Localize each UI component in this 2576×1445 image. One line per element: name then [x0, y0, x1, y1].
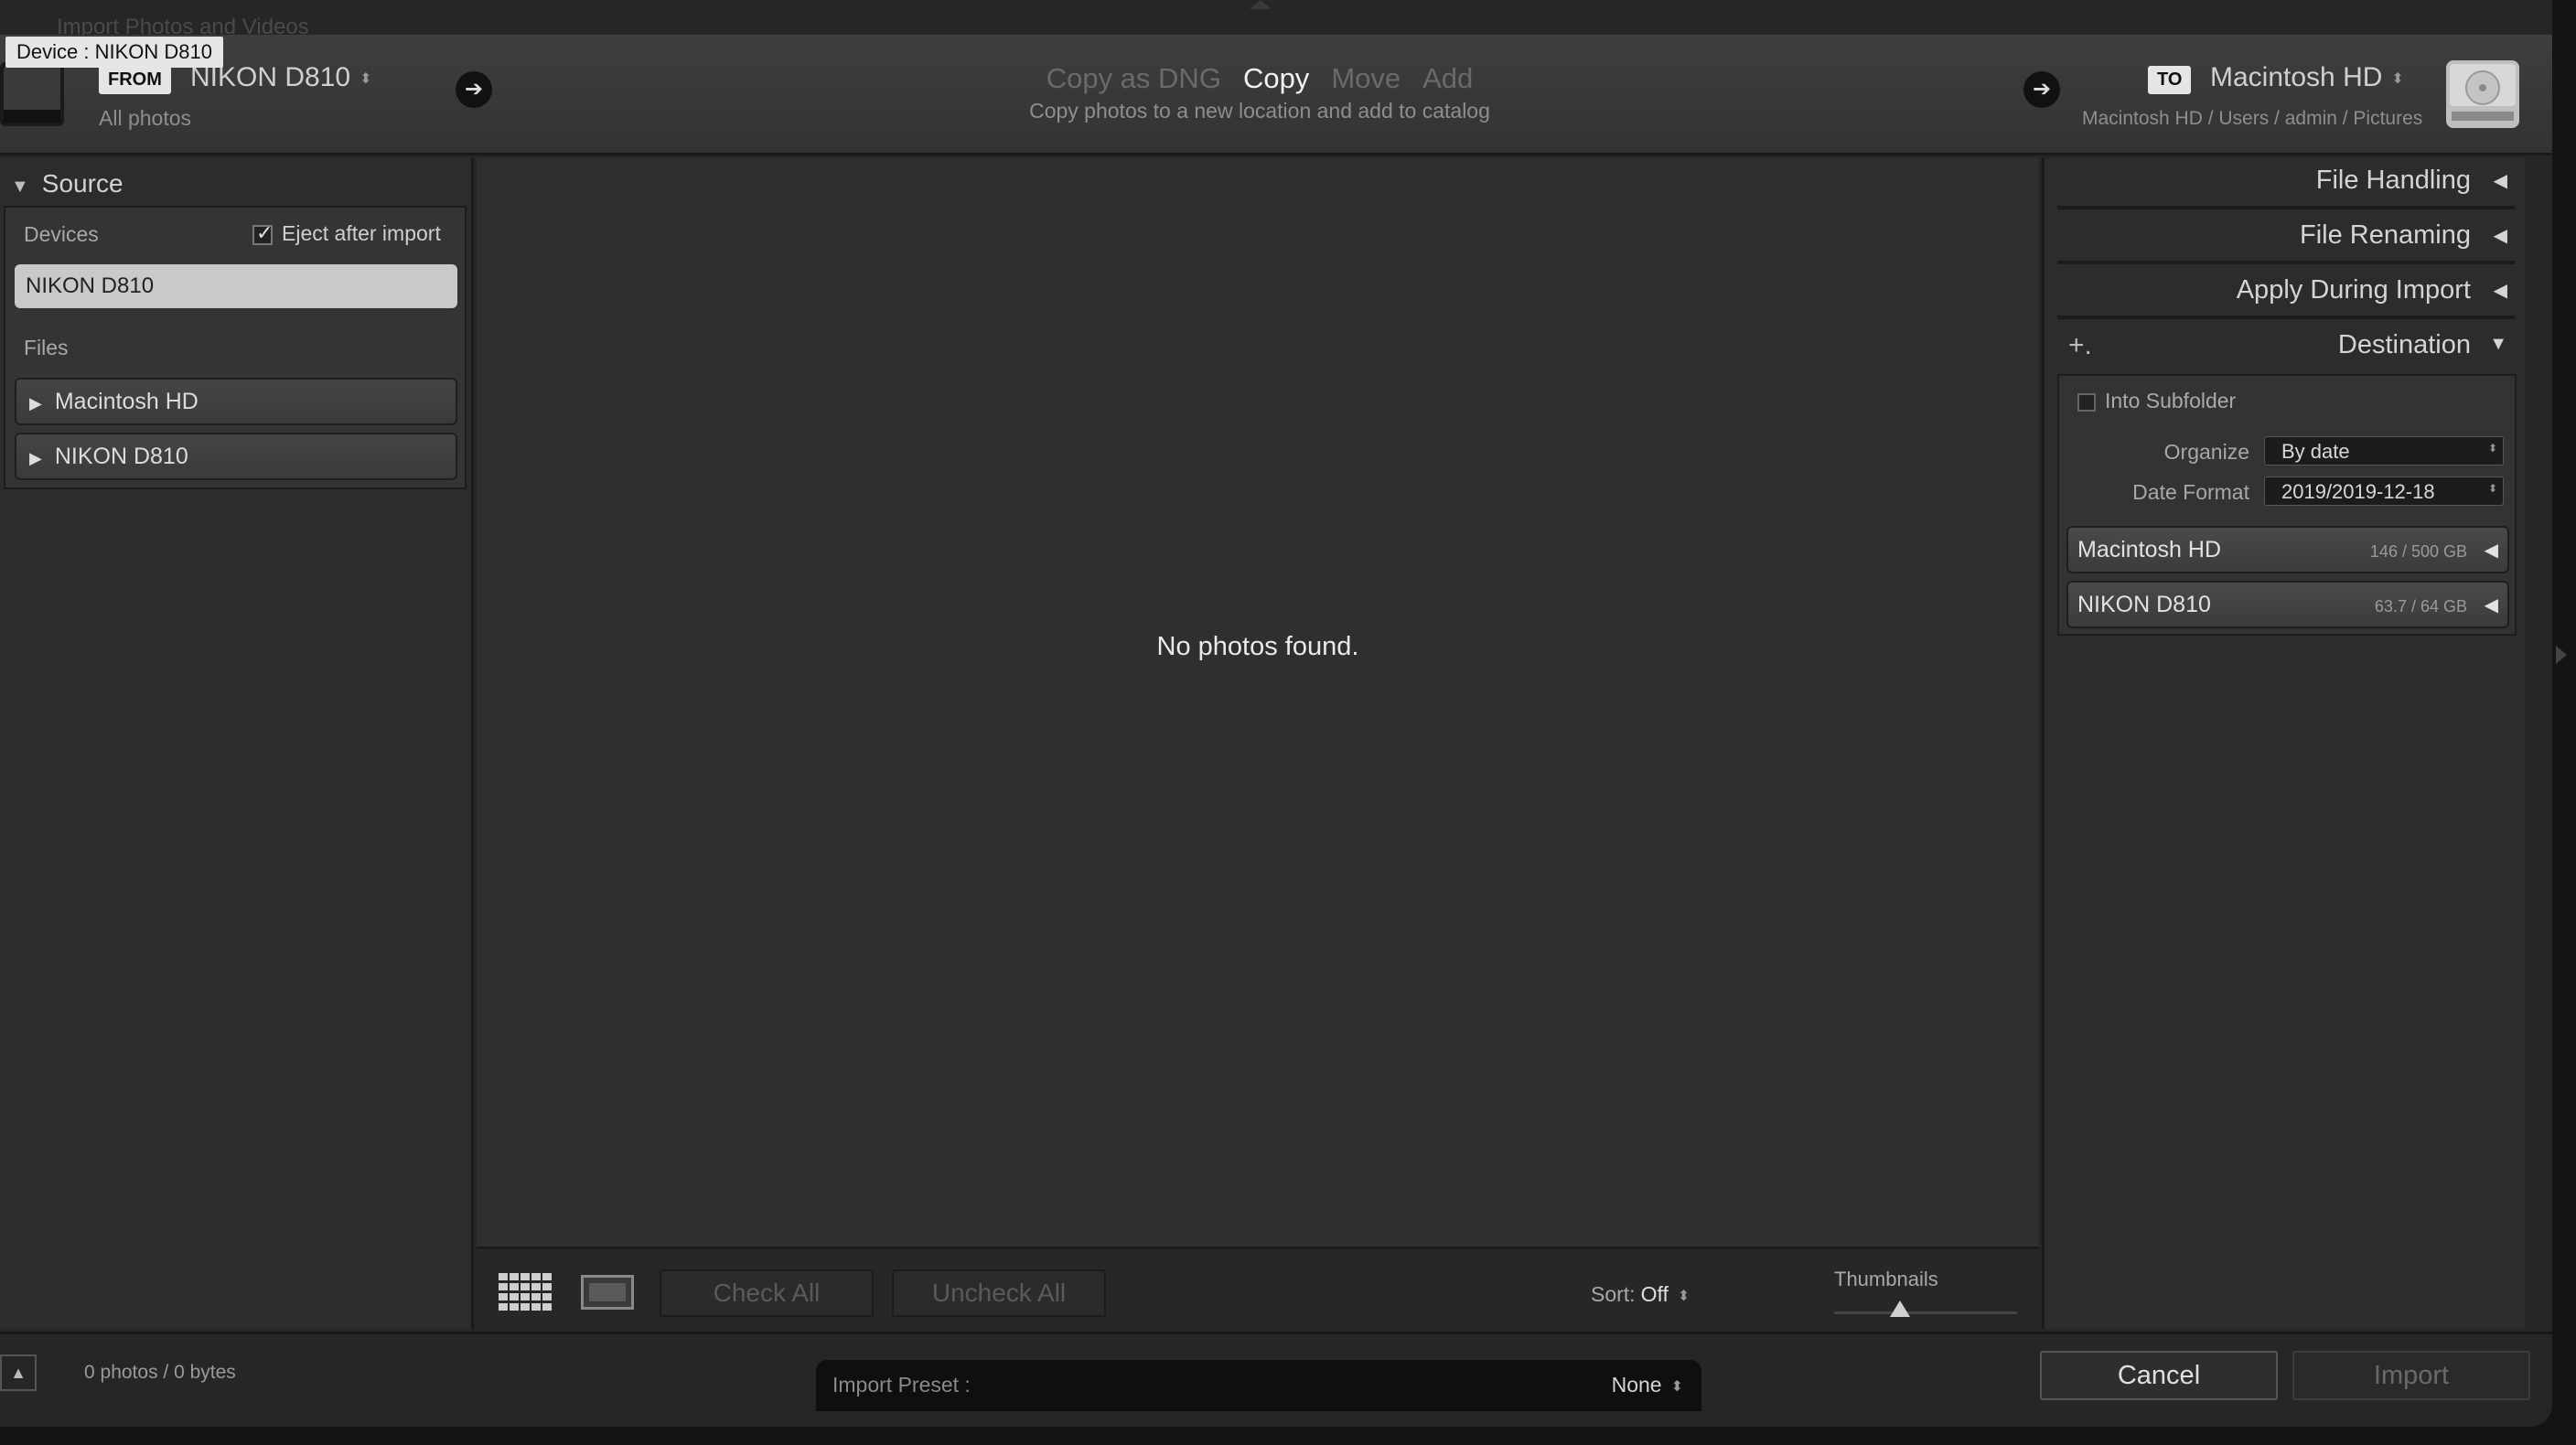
- hard-drive-icon: [2446, 60, 2519, 128]
- import-preset-value-wrap: None ⬍: [1612, 1373, 1683, 1397]
- arrow-right-icon: ➔: [456, 71, 492, 108]
- device-item-selected[interactable]: NIKON D810: [15, 264, 457, 308]
- to-badge: TO: [2148, 66, 2192, 94]
- checkbox-checked-icon: [252, 221, 273, 245]
- check-all-button[interactable]: Check All: [660, 1269, 874, 1317]
- triangle-up-icon[interactable]: ▲: [0, 1354, 37, 1391]
- add-preset-icon[interactable]: +.: [2068, 330, 2092, 361]
- section-title: Destination: [2337, 330, 2471, 359]
- into-subfolder-checkbox[interactable]: Into Subfolder: [2077, 389, 2236, 413]
- thumbnails-label: Thumbnails: [1834, 1268, 1938, 1290]
- updown-icon: ⬍: [1670, 1378, 1683, 1395]
- file-volume-label: NIKON D810: [54, 444, 188, 469]
- section-title: File Renaming: [2300, 220, 2471, 250]
- from-badge: FROM: [99, 66, 171, 94]
- source-panel-header[interactable]: ▼ Source: [11, 169, 123, 198]
- source-box: Devices Eject after import NIKON D810 Fi…: [4, 206, 467, 489]
- date-format-select[interactable]: 2019/2019-12-18 ⬍: [2264, 476, 2504, 506]
- section-title: Apply During Import: [2236, 275, 2471, 305]
- files-label: Files: [24, 336, 69, 359]
- volume-size: 146 / 500 GB: [2369, 542, 2467, 561]
- section-file-renaming[interactable]: File Renaming ◀: [2057, 213, 2515, 264]
- updown-icon: ⬍: [360, 71, 372, 88]
- triangle-left-icon: ◀: [2493, 281, 2507, 301]
- destination-name: Macintosh HD: [2210, 62, 2383, 92]
- import-button[interactable]: Import: [2292, 1351, 2530, 1400]
- import-header: FROM NIKON D810 ⬍ All photos ➔ Copy as DN…: [0, 35, 2552, 155]
- file-volume-macintosh-hd[interactable]: ▶ Macintosh HD: [15, 378, 457, 425]
- triangle-left-icon: ◀: [2484, 541, 2498, 561]
- triangle-down-icon: ▼: [2489, 334, 2507, 354]
- triangle-left-icon: ◀: [2484, 595, 2498, 615]
- sort-value: Off: [1640, 1282, 1669, 1306]
- organize-value: By date: [2281, 440, 2350, 463]
- photo-grid[interactable]: No photos found.: [477, 158, 2039, 1247]
- empty-message: No photos found.: [1156, 632, 1359, 661]
- expand-panel-icon[interactable]: [2556, 646, 2567, 664]
- source-title: Source: [41, 169, 123, 198]
- section-apply-during-import[interactable]: Apply During Import ◀: [2057, 268, 2515, 319]
- import-preset-label: Import Preset :: [832, 1373, 971, 1397]
- sort-selector[interactable]: Sort: Off ⬍: [1591, 1282, 1690, 1307]
- arrow-right-icon: ➔: [2023, 71, 2060, 108]
- sort-label: Sort:: [1591, 1282, 1636, 1306]
- volume-size: 63.7 / 64 GB: [2374, 597, 2467, 615]
- settings-panel: File Handling ◀ File Renaming ◀ Apply Duri…: [2042, 158, 2525, 1329]
- cancel-button[interactable]: Cancel: [2040, 1351, 2278, 1400]
- destination-selector[interactable]: Macintosh HD ⬍: [2210, 62, 2404, 93]
- dest-volume-macintosh-hd[interactable]: Macintosh HD 146 / 500 GB ◀: [2066, 526, 2509, 573]
- panel-toggle-notch[interactable]: [1250, 0, 1272, 9]
- triangle-down-icon: ▼: [11, 177, 29, 197]
- mode-description: Copy photos to a new location and add to…: [1029, 99, 1490, 123]
- date-format-value: 2019/2019-12-18: [2281, 480, 2435, 503]
- destination-box: Into Subfolder Organize By date ⬍ Date Fo…: [2057, 374, 2517, 636]
- slider-thumb[interactable]: [1890, 1300, 1910, 1317]
- source-subtitle[interactable]: All photos: [99, 106, 191, 131]
- mode-copy[interactable]: Copy: [1243, 62, 1309, 94]
- import-preset-value: None: [1611, 1373, 1662, 1397]
- device-tooltip: Device : NIKON D810: [5, 37, 223, 68]
- uncheck-all-button[interactable]: Uncheck All: [892, 1269, 1106, 1317]
- devices-label: Devices: [24, 222, 99, 246]
- mode-move[interactable]: Move: [1331, 62, 1401, 94]
- section-destination[interactable]: +. Destination ▼: [2057, 323, 2515, 374]
- import-window: Import Photos and Videos FROM NIKON D810…: [0, 0, 2552, 1427]
- import-mode-selector: Copy as DNG Copy Move Add: [1006, 62, 1513, 95]
- file-volume-label: Macintosh HD: [54, 389, 199, 414]
- checkbox-icon: [2077, 392, 2096, 412]
- triangle-left-icon: ◀: [2493, 171, 2507, 191]
- bottom-bar: ▲ 0 photos / 0 bytes Import Preset : Non…: [0, 1332, 2552, 1411]
- mode-copy-as-dng[interactable]: Copy as DNG: [1046, 62, 1221, 94]
- updown-icon: ⬍: [2391, 71, 2404, 88]
- triangle-right-icon: ▶: [29, 394, 42, 412]
- loupe-view-icon[interactable]: [581, 1275, 634, 1310]
- updown-icon: ⬍: [2487, 442, 2497, 455]
- organize-label: Organize: [2163, 440, 2249, 464]
- dest-volume-nikon-d810[interactable]: NIKON D810 63.7 / 64 GB ◀: [2066, 581, 2509, 628]
- organize-select[interactable]: By date ⬍: [2264, 436, 2504, 466]
- import-preset-selector[interactable]: Import Preset : None ⬍: [816, 1360, 1701, 1411]
- volume-name: NIKON D810: [2077, 592, 2211, 617]
- eject-label: Eject after import: [282, 221, 441, 245]
- eject-after-import-checkbox[interactable]: Eject after import: [252, 221, 441, 246]
- into-subfolder-label: Into Subfolder: [2105, 389, 2237, 412]
- source-panel: ▼ Source Devices Eject after import NIKON…: [0, 158, 474, 1329]
- grid-view-icon[interactable]: [499, 1273, 553, 1311]
- triangle-right-icon: ▶: [29, 449, 42, 467]
- destination-path: Macintosh HD / Users / admin / Pictures: [2082, 108, 2423, 129]
- camera-device-icon: [0, 62, 64, 126]
- section-title: File Handling: [2315, 166, 2471, 195]
- updown-icon: ⬍: [2487, 482, 2497, 495]
- date-format-label: Date Format: [2132, 480, 2249, 504]
- thumbnail-size-slider[interactable]: [1834, 1311, 2017, 1314]
- triangle-left-icon: ◀: [2493, 226, 2507, 246]
- section-file-handling[interactable]: File Handling ◀: [2057, 158, 2515, 209]
- mode-add[interactable]: Add: [1422, 62, 1473, 94]
- photo-count: 0 photos / 0 bytes: [84, 1362, 236, 1383]
- file-volume-nikon-d810[interactable]: ▶ NIKON D810: [15, 433, 457, 480]
- grid-toolbar: Check All Uncheck All Sort: Off ⬍ Thumbnai…: [477, 1247, 2039, 1329]
- volume-name: Macintosh HD: [2077, 537, 2221, 562]
- updown-icon: ⬍: [1677, 1288, 1690, 1304]
